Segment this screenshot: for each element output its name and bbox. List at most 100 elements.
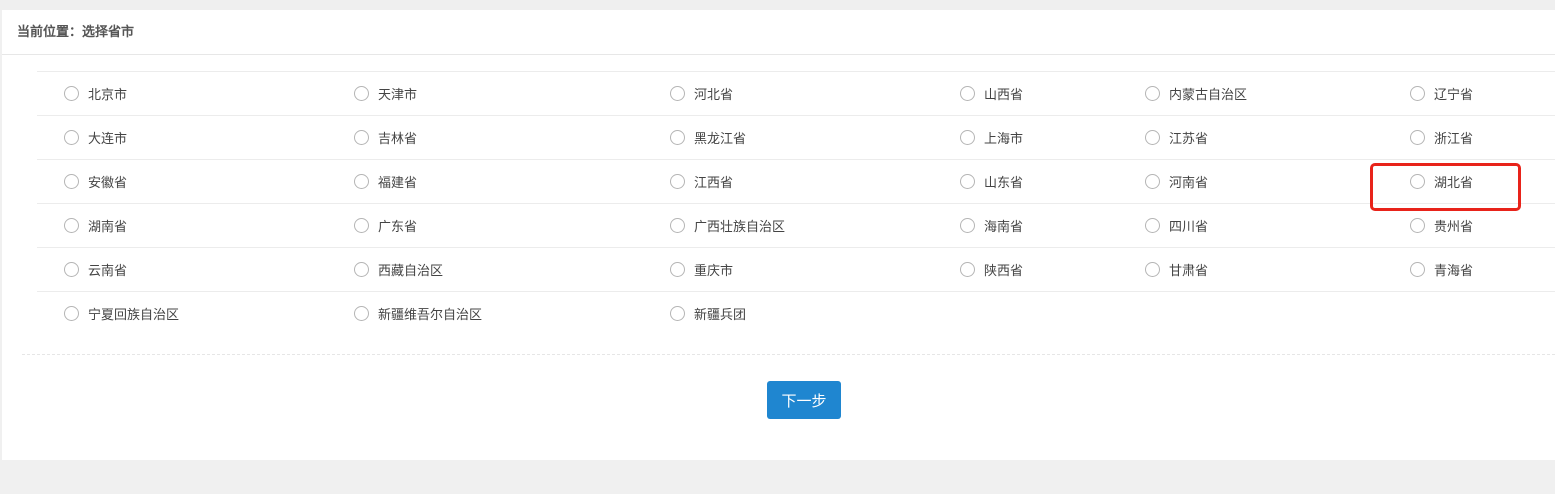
radio-button[interactable] xyxy=(1410,130,1425,145)
radio-button[interactable] xyxy=(1145,262,1160,277)
region-option[interactable]: 广东省 xyxy=(354,204,417,247)
region-option[interactable]: 宁夏回族自治区 xyxy=(64,292,179,335)
region-label: 辽宁省 xyxy=(1434,88,1474,103)
region-option[interactable]: 甘肃省 xyxy=(1145,248,1208,291)
breadcrumb: 当前位置：选择省市 xyxy=(2,10,1555,55)
radio-button[interactable] xyxy=(670,130,685,145)
region-label: 天津市 xyxy=(378,88,418,103)
region-label: 安徽省 xyxy=(88,176,128,191)
dashed-divider xyxy=(22,354,1555,355)
region-label: 甘肃省 xyxy=(1169,264,1209,279)
region-label: 大连市 xyxy=(88,132,128,147)
region-radio-table: 北京市 天津市 河北省 山西省 内蒙古自治区 辽宁省大连市 吉林省 黑龙江省 上海市 江苏省 浙江省… xyxy=(37,71,1555,336)
radio-button[interactable] xyxy=(960,262,975,277)
region-label: 福建省 xyxy=(378,176,418,191)
radio-button[interactable] xyxy=(960,174,975,189)
region-option[interactable]: 大连市 xyxy=(64,116,127,159)
region-option[interactable]: 西藏自治区 xyxy=(354,248,443,291)
region-option[interactable]: 河南省 xyxy=(1145,160,1208,203)
region-label: 海南省 xyxy=(984,220,1024,235)
radio-button[interactable] xyxy=(64,86,79,101)
region-label: 黑龙江省 xyxy=(694,132,747,147)
radio-button[interactable] xyxy=(64,174,79,189)
region-label: 河南省 xyxy=(1169,176,1209,191)
region-option[interactable]: 海南省 xyxy=(960,204,1023,247)
radio-button[interactable] xyxy=(354,262,369,277)
radio-button[interactable] xyxy=(354,306,369,321)
region-option[interactable]: 内蒙古自治区 xyxy=(1145,72,1247,115)
radio-button[interactable] xyxy=(960,86,975,101)
region-option[interactable]: 重庆市 xyxy=(670,248,733,291)
region-label: 陕西省 xyxy=(984,264,1024,279)
region-label: 山东省 xyxy=(984,176,1024,191)
radio-button[interactable] xyxy=(1410,218,1425,233)
radio-button[interactable] xyxy=(354,174,369,189)
region-option[interactable]: 辽宁省 xyxy=(1410,72,1473,115)
region-option[interactable]: 江苏省 xyxy=(1145,116,1208,159)
region-label: 湖南省 xyxy=(88,220,128,235)
region-option[interactable]: 贵州省 xyxy=(1410,204,1473,247)
region-label: 重庆市 xyxy=(694,264,734,279)
region-option[interactable]: 新疆兵团 xyxy=(670,292,746,335)
region-option[interactable]: 湖南省 xyxy=(64,204,127,247)
region-label: 青海省 xyxy=(1434,264,1474,279)
region-option[interactable]: 安徽省 xyxy=(64,160,127,203)
region-label: 四川省 xyxy=(1169,220,1209,235)
radio-button[interactable] xyxy=(1145,86,1160,101)
region-row: 北京市 天津市 河北省 山西省 内蒙古自治区 辽宁省 xyxy=(37,72,1555,116)
radio-button[interactable] xyxy=(1410,174,1425,189)
radio-button[interactable] xyxy=(354,86,369,101)
region-option[interactable]: 江西省 xyxy=(670,160,733,203)
region-label: 宁夏回族自治区 xyxy=(88,308,180,323)
radio-button[interactable] xyxy=(1145,130,1160,145)
region-label: 内蒙古自治区 xyxy=(1169,88,1248,103)
region-option[interactable]: 黑龙江省 xyxy=(670,116,746,159)
radio-button[interactable] xyxy=(1145,218,1160,233)
region-label: 山西省 xyxy=(984,88,1024,103)
region-label: 云南省 xyxy=(88,264,128,279)
radio-button[interactable] xyxy=(64,306,79,321)
region-option[interactable]: 浙江省 xyxy=(1410,116,1473,159)
region-option[interactable]: 上海市 xyxy=(960,116,1023,159)
radio-button[interactable] xyxy=(64,218,79,233)
region-option[interactable]: 河北省 xyxy=(670,72,733,115)
region-option[interactable]: 天津市 xyxy=(354,72,417,115)
radio-button[interactable] xyxy=(1410,262,1425,277)
region-label: 吉林省 xyxy=(378,132,418,147)
region-option[interactable]: 山东省 xyxy=(960,160,1023,203)
radio-button[interactable] xyxy=(960,218,975,233)
region-option[interactable]: 新疆维吾尔自治区 xyxy=(354,292,482,335)
region-option[interactable]: 湖北省 xyxy=(1410,160,1473,203)
region-label: 新疆兵团 xyxy=(694,308,747,323)
radio-button[interactable] xyxy=(960,130,975,145)
region-option[interactable]: 陕西省 xyxy=(960,248,1023,291)
next-step-button[interactable]: 下一步 xyxy=(767,381,841,419)
region-label: 江西省 xyxy=(694,176,734,191)
radio-button[interactable] xyxy=(670,262,685,277)
region-row: 湖南省 广东省 广西壮族自治区 海南省 四川省 贵州省 xyxy=(37,204,1555,248)
region-label: 贵州省 xyxy=(1434,220,1474,235)
radio-button[interactable] xyxy=(1410,86,1425,101)
region-option[interactable]: 山西省 xyxy=(960,72,1023,115)
region-option[interactable]: 云南省 xyxy=(64,248,127,291)
region-label: 上海市 xyxy=(984,132,1024,147)
region-option[interactable]: 青海省 xyxy=(1410,248,1473,291)
radio-button[interactable] xyxy=(670,306,685,321)
region-label: 江苏省 xyxy=(1169,132,1209,147)
region-label: 新疆维吾尔自治区 xyxy=(378,308,483,323)
radio-button[interactable] xyxy=(670,86,685,101)
province-select-panel: 当前位置：选择省市 北京市 天津市 河北省 山西省 内蒙古自治区 辽宁省大连市 吉林省 黑龙江… xyxy=(2,10,1555,460)
region-row: 云南省 西藏自治区 重庆市 陕西省 甘肃省 青海省 xyxy=(37,248,1555,292)
region-option[interactable]: 北京市 xyxy=(64,72,127,115)
radio-button[interactable] xyxy=(354,130,369,145)
region-option[interactable]: 广西壮族自治区 xyxy=(670,204,785,247)
region-option[interactable]: 福建省 xyxy=(354,160,417,203)
radio-button[interactable] xyxy=(670,174,685,189)
radio-button[interactable] xyxy=(354,218,369,233)
radio-button[interactable] xyxy=(64,130,79,145)
region-option[interactable]: 四川省 xyxy=(1145,204,1208,247)
radio-button[interactable] xyxy=(670,218,685,233)
radio-button[interactable] xyxy=(64,262,79,277)
radio-button[interactable] xyxy=(1145,174,1160,189)
region-option[interactable]: 吉林省 xyxy=(354,116,417,159)
